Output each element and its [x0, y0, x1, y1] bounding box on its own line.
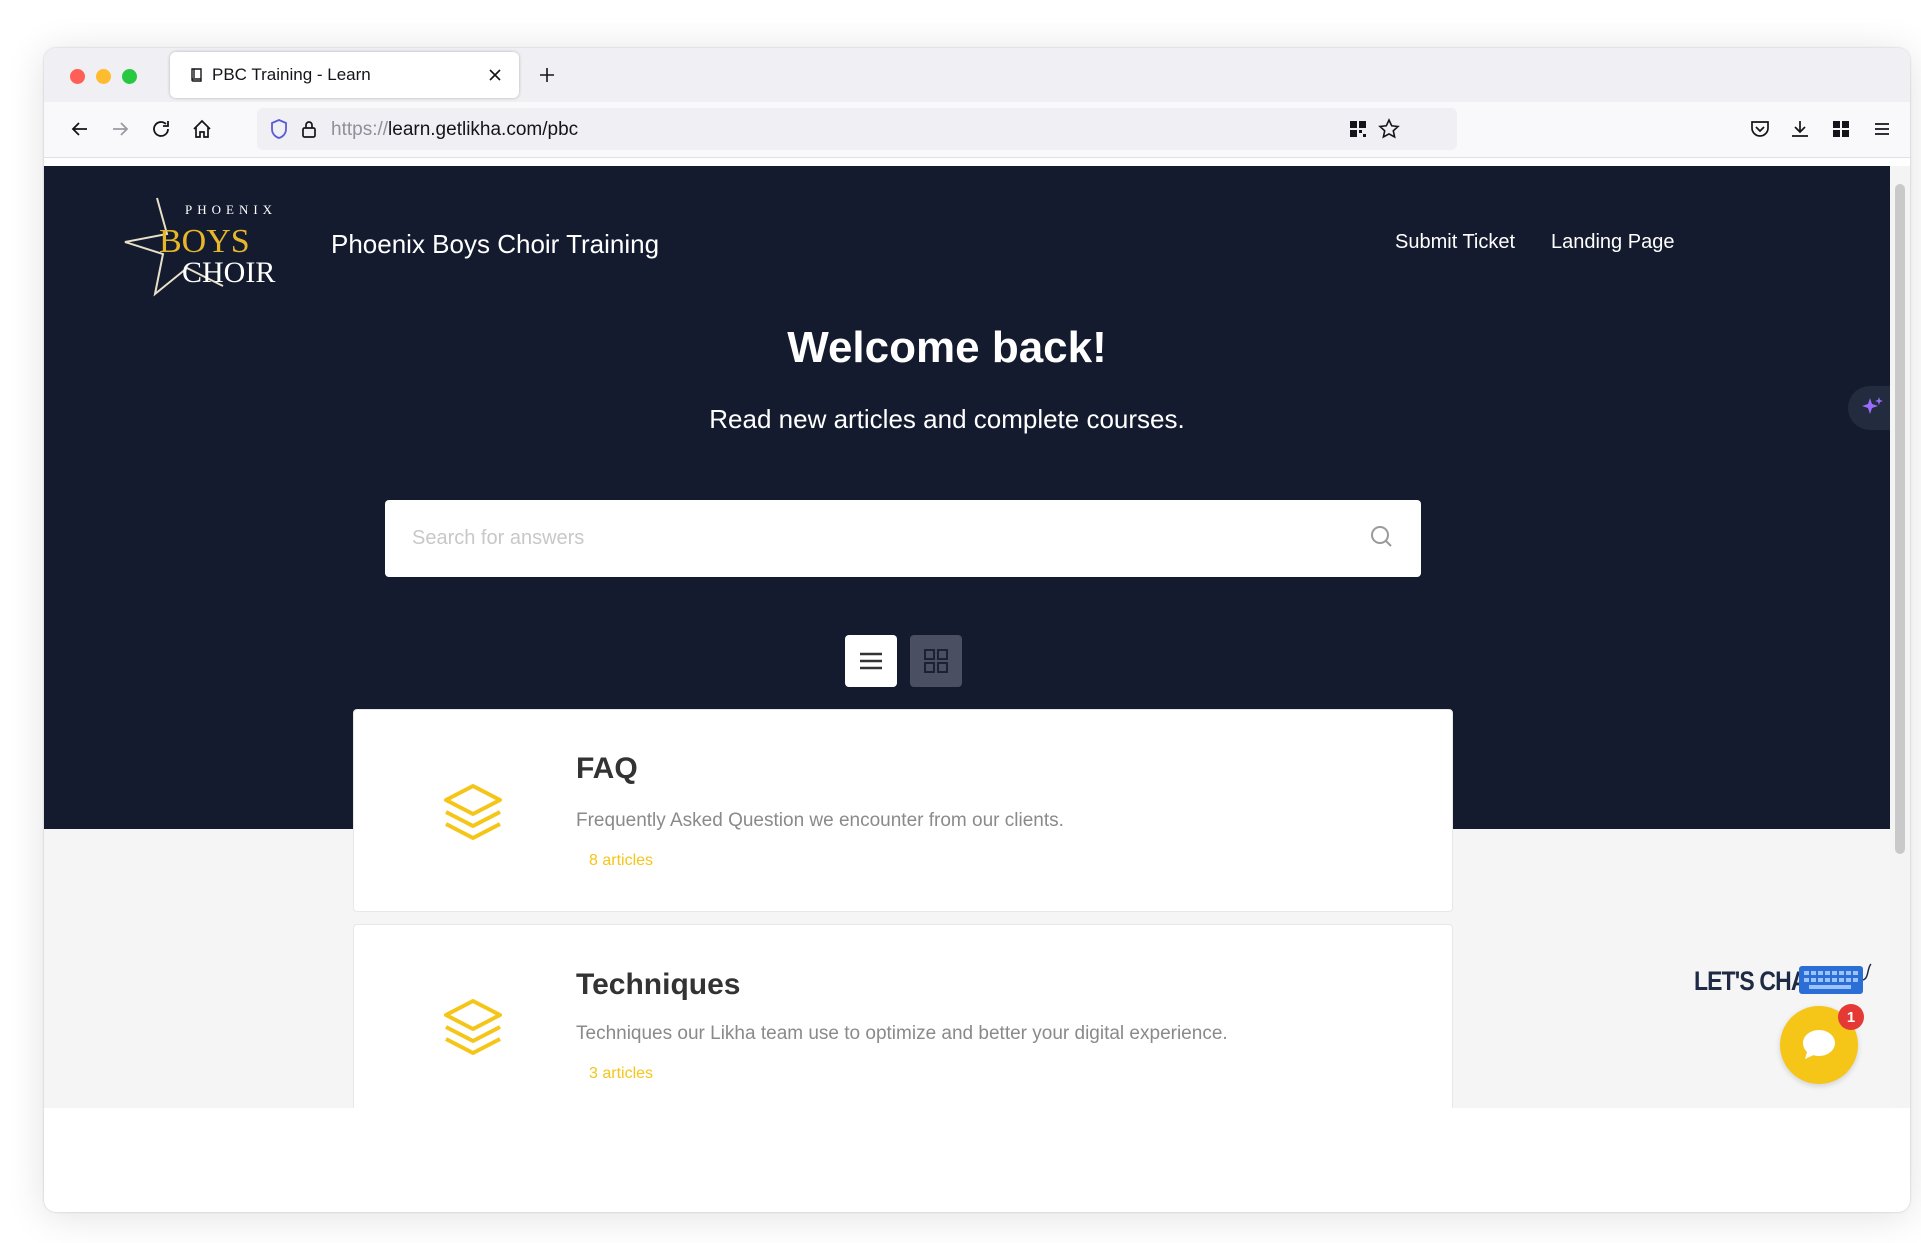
tab-bar: PBC Training - Learn	[44, 48, 1910, 102]
menu-button[interactable]	[1868, 115, 1896, 143]
list-icon	[860, 652, 882, 670]
browser-window: PBC Training - Learn https://learn.getli…	[44, 48, 1910, 1212]
category-card-faq[interactable]: FAQ Frequently Asked Question we encount…	[353, 709, 1453, 912]
sparkle-icon	[1862, 397, 1883, 414]
pocket-icon	[1751, 121, 1769, 137]
book-icon	[188, 66, 206, 84]
arrow-left-icon	[71, 122, 87, 136]
extensions-icon	[1833, 121, 1849, 137]
phoenix-boys-choir-logo[interactable]: PHOENIX BOYS CHOIR	[119, 190, 294, 300]
bookmark-star-icon[interactable]	[1377, 117, 1401, 141]
reload-icon	[153, 121, 169, 137]
category-description: Techniques our Likha team use to optimiz…	[576, 1023, 1228, 1044]
logo-bottom-text: CHOIR	[182, 256, 275, 289]
close-tab-icon[interactable]	[483, 63, 507, 87]
layers-icon	[444, 784, 502, 840]
url-protocol: https://	[331, 119, 389, 140]
chat-bubble-icon	[1803, 1030, 1835, 1059]
category-title[interactable]: FAQ	[576, 752, 638, 786]
maximize-window-button[interactable]	[122, 69, 137, 84]
search-box	[385, 500, 1421, 577]
submit-ticket-link[interactable]: Submit Ticket	[1395, 231, 1515, 254]
layers-icon	[444, 999, 502, 1055]
window-controls	[70, 69, 137, 84]
arrow-right-icon	[113, 122, 129, 136]
category-article-count: 3 articles	[589, 1065, 654, 1082]
extensions-button[interactable]	[1827, 115, 1855, 143]
grid-view-button[interactable]	[910, 635, 962, 687]
search-icon[interactable]	[1369, 524, 1395, 550]
qr-code-icon[interactable]	[1346, 117, 1370, 141]
welcome-heading: Welcome back!	[787, 323, 1107, 372]
logo-mid-text: BOYS	[159, 223, 250, 260]
scrollbar-thumb[interactable]	[1895, 184, 1905, 854]
page-content: PHOENIX BOYS CHOIR Phoenix Boys Choir Tr…	[44, 166, 1890, 1108]
search-input[interactable]	[385, 500, 1421, 577]
category-description: Frequently Asked Question we encounter f…	[576, 810, 1064, 831]
category-title[interactable]: Techniques	[576, 968, 740, 1002]
welcome-subtitle: Read new articles and complete courses.	[709, 404, 1185, 434]
logo-top-text: PHOENIX	[185, 202, 277, 217]
downloads-button[interactable]	[1786, 115, 1814, 143]
reload-button[interactable]	[147, 115, 175, 143]
site-title[interactable]: Phoenix Boys Choir Training	[331, 229, 659, 260]
category-article-count: 8 articles	[589, 852, 654, 869]
url-text[interactable]: https://learn.getlikha.com/pbc	[331, 119, 578, 141]
keyboard-icon	[1799, 963, 1872, 994]
pocket-button[interactable]	[1746, 115, 1774, 143]
browser-tab[interactable]: PBC Training - Learn	[170, 52, 519, 98]
new-tab-button[interactable]	[534, 62, 560, 88]
download-icon	[1792, 121, 1808, 137]
grid-icon	[924, 649, 948, 673]
notification-badge: 1	[1838, 1004, 1864, 1030]
list-view-button[interactable]	[845, 635, 897, 687]
close-window-button[interactable]	[70, 69, 85, 84]
home-icon	[193, 119, 211, 138]
ai-assistant-button[interactable]	[1848, 386, 1896, 430]
address-bar[interactable]: https://learn.getlikha.com/pbc	[257, 108, 1457, 150]
navigation-toolbar: https://learn.getlikha.com/pbc	[44, 102, 1910, 158]
home-button[interactable]	[188, 115, 216, 143]
hamburger-menu-icon	[1875, 123, 1889, 135]
page-scrollbar[interactable]	[1890, 166, 1910, 1108]
back-button[interactable]	[66, 115, 94, 143]
category-card-techniques[interactable]: Techniques Techniques our Likha team use…	[353, 924, 1453, 1108]
landing-page-link[interactable]: Landing Page	[1551, 231, 1674, 254]
tab-title: PBC Training - Learn	[212, 65, 371, 84]
lock-icon[interactable]	[297, 117, 321, 141]
url-host: learn.getlikha.com/pbc	[388, 119, 579, 140]
shield-icon[interactable]	[267, 117, 291, 141]
forward-button[interactable]	[106, 115, 134, 143]
minimize-window-button[interactable]	[96, 69, 111, 84]
